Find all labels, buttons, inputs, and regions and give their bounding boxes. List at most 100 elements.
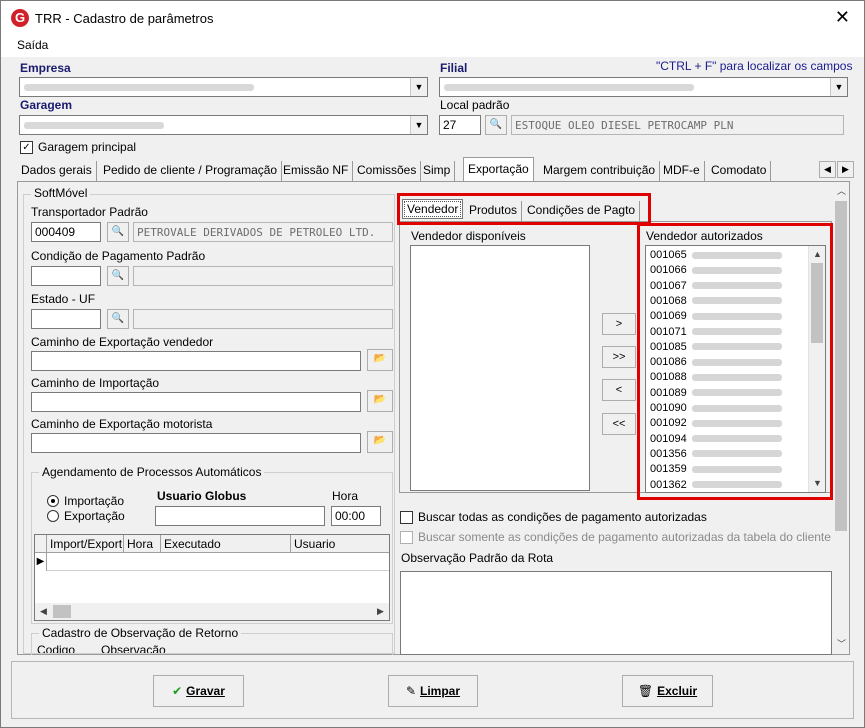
- transportador-code-input[interactable]: 000409: [31, 222, 101, 242]
- filial-select[interactable]: ▼: [439, 77, 848, 97]
- excluir-button[interactable]: 🗑 Excluir: [622, 675, 713, 707]
- radio-exportacao[interactable]: [47, 510, 59, 522]
- vendedor-code: 001094: [650, 432, 687, 445]
- app-logo-icon: G: [11, 9, 29, 27]
- buscar-todas-checkbox[interactable]: [400, 511, 413, 524]
- tab-comodato[interactable]: Comodato: [707, 161, 772, 181]
- chevron-up-icon[interactable]: ▲: [809, 246, 825, 263]
- chevron-left-icon[interactable]: ◀: [819, 161, 836, 178]
- gravar-button[interactable]: ✔ Gravar: [153, 675, 244, 707]
- chevron-down-icon[interactable]: ▼: [809, 475, 825, 492]
- folder-icon[interactable]: 📂: [367, 349, 393, 371]
- list-item[interactable]: 001094: [650, 433, 782, 445]
- chevron-left-icon[interactable]: ◀: [35, 603, 52, 620]
- vendedor-name: [692, 266, 782, 274]
- subtab-produtos[interactable]: Produtos: [465, 201, 523, 221]
- eraser-icon: ✎: [405, 684, 417, 698]
- subtab-vendedor[interactable]: Vendedor: [402, 199, 464, 219]
- scroll-thumb[interactable]: [811, 263, 823, 343]
- table-row[interactable]: [47, 553, 389, 571]
- list-item[interactable]: 001090: [650, 402, 782, 414]
- tab-emissao-nf[interactable]: Emissão NF: [279, 161, 354, 181]
- vertical-scrollbar[interactable]: ▲ ▼: [808, 246, 825, 492]
- caminho-motorista-input[interactable]: [31, 433, 361, 453]
- tab-pedido-cliente[interactable]: Pedido de cliente / Programação: [99, 161, 283, 181]
- move-all-right-button[interactable]: >>: [602, 346, 636, 368]
- binoculars-icon[interactable]: 🔍: [485, 115, 507, 135]
- empresa-value: [24, 84, 254, 91]
- grid-header-hora[interactable]: Hora: [124, 535, 161, 553]
- folder-icon[interactable]: 📂: [367, 431, 393, 453]
- vendedores-autorizados-list[interactable]: 001065 001066 001067 001068 001069 001071 0010…: [645, 245, 826, 493]
- usuario-globus-input[interactable]: [155, 506, 325, 526]
- condicao-desc: [133, 266, 393, 286]
- chevron-down-icon[interactable]: ▼: [410, 116, 427, 134]
- list-item[interactable]: 001356: [650, 448, 782, 460]
- subtab-condicoes-pagto[interactable]: Condições de Pagto: [523, 201, 641, 221]
- chevron-up-icon[interactable]: ︿: [833, 183, 850, 200]
- page-scrollbar[interactable]: ︿ ﹀: [833, 183, 849, 653]
- binoculars-icon[interactable]: 🔍: [107, 266, 129, 286]
- folder-icon[interactable]: 📂: [367, 390, 393, 412]
- move-right-button[interactable]: >: [602, 313, 636, 335]
- observacao-textarea[interactable]: [400, 571, 832, 655]
- garagem-select[interactable]: ▼: [19, 115, 428, 135]
- scroll-thumb[interactable]: [53, 605, 71, 618]
- list-item[interactable]: 001068: [650, 295, 782, 307]
- vendedor-code: 001085: [650, 340, 687, 353]
- list-item[interactable]: 001088: [650, 371, 782, 383]
- grid-header-import-export[interactable]: Import/Export: [47, 535, 124, 553]
- limpar-label: Limpar: [420, 684, 461, 698]
- radio-importacao[interactable]: [47, 495, 59, 507]
- binoculars-icon[interactable]: 🔍: [107, 309, 129, 329]
- condicao-code-input[interactable]: [31, 266, 101, 286]
- list-item[interactable]: 001086: [650, 356, 782, 368]
- tab-simp[interactable]: Simp: [419, 161, 456, 181]
- softmovel-title: SoftMóvel: [31, 186, 91, 200]
- horizontal-scrollbar[interactable]: ◀ ▶: [35, 603, 389, 620]
- list-item[interactable]: 001065: [650, 249, 782, 261]
- chevron-down-icon[interactable]: ﹀: [833, 636, 850, 653]
- list-item[interactable]: 001066: [650, 264, 782, 276]
- menu-item-saida[interactable]: Saída: [17, 38, 48, 52]
- close-icon[interactable]: ✕: [835, 7, 850, 27]
- list-item[interactable]: 001359: [650, 463, 782, 475]
- grid-header-usuario[interactable]: Usuario: [291, 535, 389, 553]
- chevron-down-icon[interactable]: ▼: [830, 78, 847, 96]
- vendedor-name: [692, 251, 782, 259]
- list-item[interactable]: 001071: [650, 326, 782, 338]
- move-all-left-button[interactable]: <<: [602, 413, 636, 435]
- usuario-globus-label: Usuario Globus: [157, 489, 247, 503]
- binoculars-icon[interactable]: 🔍: [107, 222, 129, 242]
- chevron-down-icon[interactable]: ▼: [410, 78, 427, 96]
- chevron-right-icon[interactable]: ▶: [372, 603, 389, 620]
- tab-mdfe[interactable]: MDF-e: [659, 161, 705, 181]
- list-item[interactable]: 001092: [650, 417, 782, 429]
- limpar-button[interactable]: ✎ Limpar: [388, 675, 478, 707]
- hora-input[interactable]: 00:00: [331, 506, 381, 526]
- garagem-principal-checkbox[interactable]: ✓: [20, 141, 33, 154]
- move-left-button[interactable]: <: [602, 379, 636, 401]
- estado-code-input[interactable]: [31, 309, 101, 329]
- tab-dados-gerais[interactable]: Dados gerais: [17, 161, 97, 181]
- caminho-importacao-input[interactable]: [31, 392, 361, 412]
- list-item[interactable]: 001069: [650, 310, 782, 322]
- grid-header-executado[interactable]: Executado: [161, 535, 291, 553]
- agendamento-grid[interactable]: Import/Export Hora Executado Usuario ▶ ◀…: [34, 534, 390, 621]
- tab-margem-contribuicao[interactable]: Margem contribuição: [539, 161, 661, 181]
- row-indicator-icon: ▶: [35, 553, 47, 571]
- list-item[interactable]: 001067: [650, 280, 782, 292]
- list-item[interactable]: 001089: [650, 387, 782, 399]
- buscar-somente-checkbox[interactable]: [400, 531, 413, 544]
- vendedores-disponiveis-list[interactable]: [410, 245, 590, 491]
- local-padrao-code-input[interactable]: 27: [439, 115, 481, 135]
- chevron-right-icon[interactable]: ▶: [837, 161, 854, 178]
- list-item[interactable]: 001362: [650, 479, 782, 491]
- empresa-select[interactable]: ▼: [19, 77, 428, 97]
- estado-label: Estado - UF: [31, 292, 96, 306]
- tab-exportacao[interactable]: Exportação: [463, 157, 534, 183]
- scroll-thumb[interactable]: [835, 201, 847, 531]
- tab-comissoes[interactable]: Comissões: [353, 161, 422, 181]
- caminho-vendedor-input[interactable]: [31, 351, 361, 371]
- list-item[interactable]: 001085: [650, 341, 782, 353]
